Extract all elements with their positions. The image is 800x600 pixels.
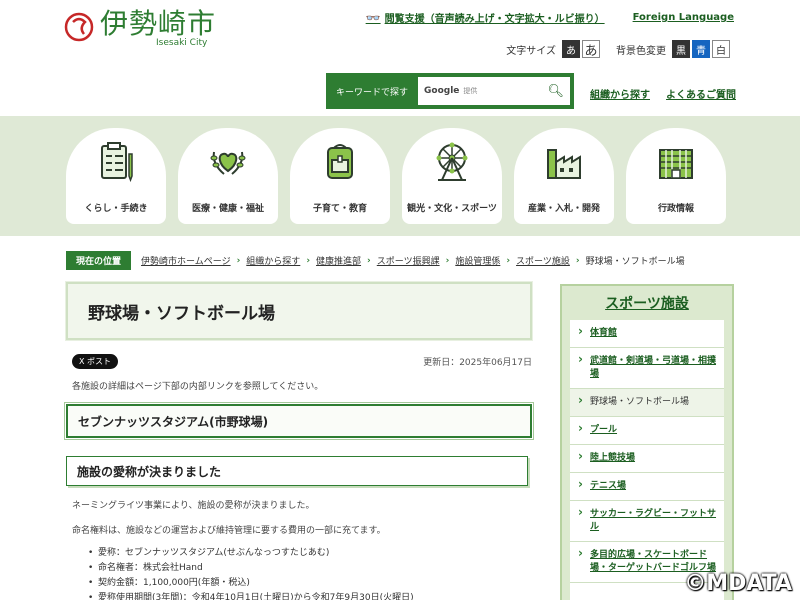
- search-icon[interactable]: 🔍︎: [547, 84, 564, 99]
- search-label: キーワードで探す: [336, 87, 409, 98]
- site-header: 伊勢崎市 Isesaki City 👓 閲覧支援（音声読み上げ・文字拡大・ルビ振…: [0, 0, 800, 112]
- chevron-right-icon: ›: [367, 255, 371, 266]
- side-item-gymnasium[interactable]: 体育館: [570, 320, 724, 348]
- text-size-normal-button[interactable]: あ: [562, 40, 580, 58]
- breadcrumb-item-sports-div[interactable]: スポーツ振興課: [377, 254, 440, 267]
- category-industry[interactable]: 産業・入札・開発: [514, 128, 614, 224]
- section-heading-stadium: セブンナッツスタジアム(市野球場): [64, 402, 534, 440]
- logo-title: 伊勢崎市: [100, 7, 217, 40]
- side-item-pool[interactable]: プール: [570, 417, 724, 445]
- category-navigation: くらし・手続き 医療・健康・福祉 子育て・教育 観光・文化・スポーツ 産業・入札…: [0, 116, 800, 236]
- breadcrumb-item-health-dept[interactable]: 健康推進部: [316, 254, 361, 267]
- breadcrumb: 現在の位置 伊勢崎市ホームページ › 組織から探す › 健康推進部 › スポーツ…: [66, 251, 734, 270]
- google-logo: Google: [424, 86, 460, 96]
- list-item: 契約金額：1,100,000円(年額・税込): [88, 576, 536, 591]
- logo-subtitle: Isesaki City: [156, 38, 208, 48]
- accessibility-label: 閲覧支援（音声読み上げ・文字拡大・ルビ振り）: [384, 14, 605, 25]
- paragraph: 命名権料は、施設などの運営および維持管理に要する費用の一部に充てます。: [72, 526, 386, 536]
- chevron-right-icon: ›: [575, 255, 580, 266]
- clipboard-icon: [94, 140, 138, 187]
- foreign-language-link[interactable]: Foreign Language: [633, 12, 734, 23]
- breadcrumb-item-facility-mgmt[interactable]: 施設管理係: [455, 254, 500, 267]
- bg-white-button[interactable]: 白: [712, 40, 730, 58]
- x-post-button[interactable]: X ポスト: [72, 354, 119, 369]
- google-provided-label: 提供: [463, 87, 478, 95]
- breadcrumb-item-home[interactable]: 伊勢崎市ホームページ: [141, 254, 231, 267]
- side-item-soccer[interactable]: サッカー・ラグビー・フットサル: [570, 501, 724, 542]
- keyword-search: キーワードで探す Google 提供 🔍︎: [326, 73, 574, 109]
- breadcrumb-item-org[interactable]: 組織から探す: [246, 254, 300, 267]
- side-item-baseball[interactable]: 野球場・ソフトボール場: [570, 389, 724, 417]
- breadcrumb-label: 現在の位置: [66, 251, 132, 270]
- category-health[interactable]: 医療・健康・福祉: [178, 128, 278, 224]
- section-heading-naming: 施設の愛称が決まりました: [66, 456, 528, 486]
- side-navigation: スポーツ施設 体育館 武道館・剣道場・弓道場・相撲場 野球場・ソフトボール場 プ…: [560, 284, 734, 600]
- side-item-athletics[interactable]: 陸上競技場: [570, 445, 724, 473]
- bg-black-button[interactable]: 黒: [672, 40, 690, 58]
- chevron-right-icon: ›: [506, 255, 511, 266]
- side-nav-heading[interactable]: スポーツ施設: [562, 286, 732, 320]
- category-childcare[interactable]: 子育て・教育: [290, 128, 390, 224]
- side-item-budokan[interactable]: 武道館・剣道場・弓道場・相撲場: [570, 348, 724, 389]
- list-item: 愛称使用期間(3年間)：令和4年10月1日(土曜日)から令和7年9月30日(火曜…: [88, 591, 536, 600]
- side-item-tennis[interactable]: テニス場: [570, 473, 724, 501]
- nav-faq-link[interactable]: よくあるご質問: [666, 86, 736, 101]
- text-size-large-button[interactable]: あ: [582, 40, 600, 59]
- updated-date: 更新日：2025年06月17日: [423, 358, 532, 368]
- bg-blue-button[interactable]: 青: [692, 40, 710, 58]
- category-tourism[interactable]: 観光・文化・スポーツ: [402, 128, 502, 224]
- category-label: 産業・入札・開発: [527, 204, 600, 214]
- page-note: 各施設の詳細はページ下部の内部リンクを参照してください。: [72, 382, 324, 392]
- list-item: 愛称：セブンナッツスタジアム(せぶんなっつすたじあむ): [88, 546, 536, 561]
- heart-laurel-icon: [206, 140, 250, 187]
- category-label: 医療・健康・福祉: [191, 204, 264, 214]
- category-living[interactable]: くらし・手続き: [66, 128, 166, 224]
- detail-list: 愛称：セブンナッツスタジアム(せぶんなっつすたじあむ) 命名権者：株式会社Han…: [88, 546, 536, 600]
- city-emblem-icon: [64, 12, 94, 42]
- site-logo[interactable]: 伊勢崎市 Isesaki City: [64, 8, 216, 54]
- page-title: 野球場・ソフトボール場: [65, 281, 533, 341]
- text-size-label: 文字サイズ: [506, 45, 556, 57]
- factory-icon: [542, 140, 586, 187]
- category-label: くらし・手続き: [84, 204, 148, 214]
- category-administration[interactable]: 行政情報: [626, 128, 726, 224]
- display-settings: 文字サイズ あ あ 背景色変更 黒 青 白: [506, 40, 732, 59]
- accessibility-link[interactable]: 👓 閲覧支援（音声読み上げ・文字拡大・ルビ振り）: [365, 10, 605, 26]
- list-item: 命名権者：株式会社Hand: [88, 561, 536, 576]
- category-label: 行政情報: [657, 204, 694, 214]
- backpack-icon: [318, 140, 362, 187]
- chevron-right-icon: ›: [306, 255, 311, 266]
- watermark: ©MDATA: [684, 571, 792, 596]
- glasses-icon: 👓: [365, 10, 381, 25]
- ferris-wheel-icon: [430, 140, 474, 187]
- main-content: 野球場・ソフトボール場 X ポスト 更新日：2025年06月17日 各施設の詳細…: [64, 281, 536, 600]
- breadcrumb-current: 野球場・ソフトボール場: [585, 257, 685, 267]
- category-label: 観光・文化・スポーツ: [407, 204, 497, 214]
- category-label: 子育て・教育: [312, 204, 367, 214]
- paragraph: ネーミングライツ事業により、施設の愛称が決まりました。: [72, 501, 315, 511]
- nav-org-link[interactable]: 組織から探す: [590, 86, 650, 101]
- breadcrumb-item-sports-facilities[interactable]: スポーツ施設: [516, 254, 570, 267]
- chevron-right-icon: ›: [236, 255, 241, 266]
- search-input[interactable]: Google 提供 🔍︎: [418, 77, 570, 105]
- bg-color-label: 背景色変更: [616, 45, 666, 57]
- city-hall-icon: [654, 140, 698, 187]
- chevron-right-icon: ›: [445, 255, 450, 266]
